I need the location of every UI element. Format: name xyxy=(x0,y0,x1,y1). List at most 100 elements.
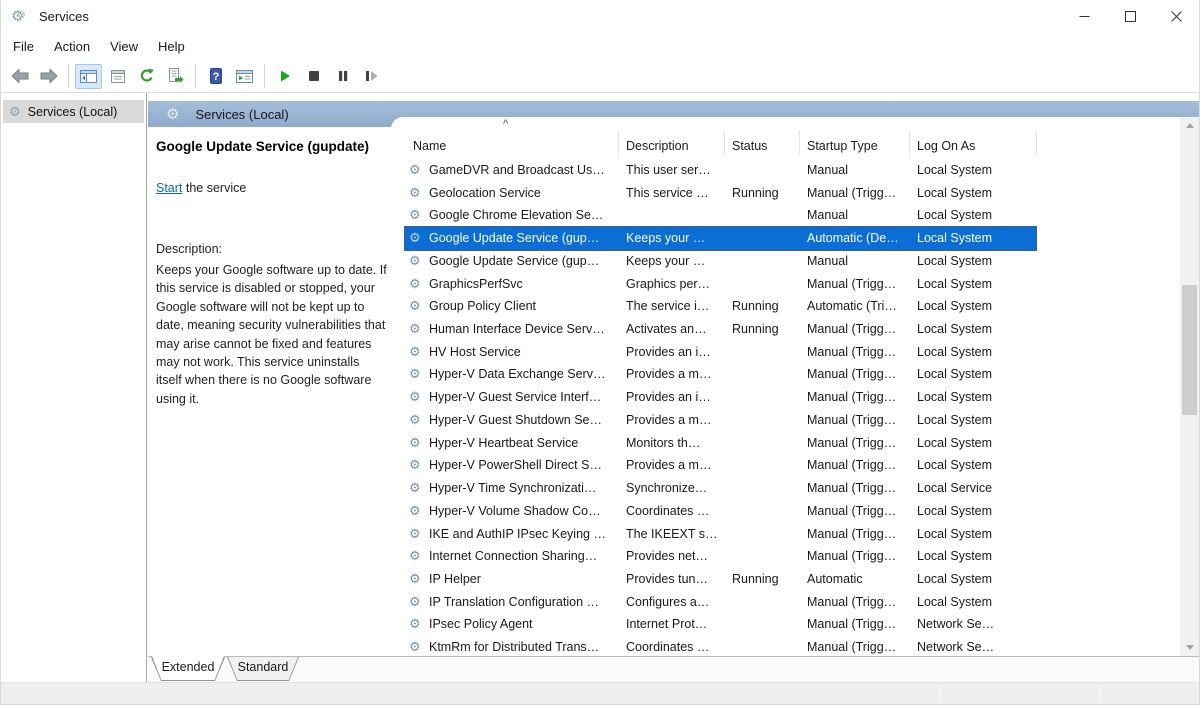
start-service-icon[interactable] xyxy=(271,64,298,89)
export-list-icon[interactable] xyxy=(162,64,189,89)
cell-log-on-as: Local System xyxy=(917,390,993,405)
service-gear-icon: ⚙ xyxy=(409,502,421,518)
start-service-link[interactable]: Start xyxy=(156,181,182,195)
cell-name: HV Host Service xyxy=(429,344,521,359)
cell-startup-type: Manual (Trigg… xyxy=(807,640,897,655)
column-separator[interactable] xyxy=(909,131,910,155)
service-gear-icon: ⚙ xyxy=(409,457,421,473)
column-separator[interactable] xyxy=(724,131,725,155)
service-gear-icon: ⚙ xyxy=(409,366,421,382)
table-row[interactable]: ⚙ GameDVR and Broadcast Us… This user se… xyxy=(405,159,1036,182)
table-row[interactable]: ⚙ Hyper-V PowerShell Direct S… Provides … xyxy=(405,454,1036,477)
table-row[interactable]: ⚙ IP Helper Provides tun… Running Automa… xyxy=(405,568,1036,591)
table-row[interactable]: ⚙ IPsec Policy Agent Internet Prot… Manu… xyxy=(405,613,1036,636)
table-row[interactable]: ⚙ Group Policy Client The service i… Run… xyxy=(405,295,1036,318)
column-separator[interactable] xyxy=(1036,131,1037,155)
tab-standard[interactable]: Standard xyxy=(227,657,299,681)
cell-log-on-as: Local System xyxy=(917,503,993,518)
table-row[interactable]: ⚙ Hyper-V Time Synchronizati… Synchroniz… xyxy=(405,477,1036,500)
column-header-startup-type[interactable]: Startup Type xyxy=(807,139,878,153)
pause-service-icon[interactable] xyxy=(329,64,356,89)
cell-name: Group Policy Client xyxy=(429,299,536,314)
menu-file[interactable]: File xyxy=(3,35,44,58)
cell-name: IPsec Policy Agent xyxy=(429,617,533,632)
cell-status xyxy=(732,409,802,432)
maximize-button[interactable] xyxy=(1107,0,1153,32)
cell-status xyxy=(732,591,802,614)
column-separator[interactable] xyxy=(799,131,800,155)
cell-status: Running xyxy=(732,299,779,314)
table-row[interactable]: ⚙ Google Update Service (gup… Keeps your… xyxy=(405,227,1036,250)
forward-icon[interactable] xyxy=(35,64,62,89)
cell-name: Hyper-V Data Exchange Serv… xyxy=(429,367,606,382)
cell-status xyxy=(732,545,802,568)
cell-startup-type: Manual (Trigg… xyxy=(807,503,897,518)
cell-status: Running xyxy=(732,571,779,586)
tree-item-services-local[interactable]: ⚙ Services (Local) xyxy=(3,100,144,123)
menu-help[interactable]: Help xyxy=(148,35,195,58)
scroll-down-icon[interactable] xyxy=(1180,639,1199,656)
toolbar-separator xyxy=(195,64,196,88)
table-row[interactable]: ⚙ Hyper-V Data Exchange Serv… Provides a… xyxy=(405,363,1036,386)
column-separator[interactable] xyxy=(618,131,619,155)
table-row[interactable]: ⚙ Hyper-V Guest Shutdown Se… Provides a … xyxy=(405,409,1036,432)
table-row[interactable]: ⚙ Google Chrome Elevation Se… Manual Loc… xyxy=(405,204,1036,227)
table-row[interactable]: ⚙ Hyper-V Volume Shadow Co… Coordinates … xyxy=(405,500,1036,523)
tab-extended[interactable]: Extended xyxy=(151,657,225,681)
cell-description xyxy=(626,204,726,227)
toolbar-separator xyxy=(264,64,265,88)
cell-log-on-as: Network Se… xyxy=(917,640,995,655)
table-row[interactable]: ⚙ HV Host Service Provides an i… Manual … xyxy=(405,341,1036,364)
table-row[interactable]: ⚙ Hyper-V Guest Service Interf… Provides… xyxy=(405,386,1036,409)
column-header-log-on-as[interactable]: Log On As xyxy=(917,139,975,153)
description-text: Keeps your Google software up to date. I… xyxy=(156,263,387,406)
main-area: ⚙ Services (Local) ⚙ Services (Local) Go… xyxy=(1,93,1199,682)
restart-service-icon[interactable] xyxy=(358,64,385,89)
cell-status xyxy=(732,613,802,636)
cell-name: Hyper-V Volume Shadow Co… xyxy=(429,503,601,518)
cell-description: Provides a m… xyxy=(626,412,712,427)
close-button[interactable] xyxy=(1153,0,1199,32)
refresh-icon[interactable] xyxy=(133,64,160,89)
scroll-up-icon[interactable] xyxy=(1180,117,1199,134)
table-row[interactable]: ⚙ KtmRm for Distributed Trans… Coordinat… xyxy=(405,636,1036,656)
vertical-scrollbar[interactable] xyxy=(1180,117,1199,656)
menu-view[interactable]: View xyxy=(100,35,148,58)
back-icon[interactable] xyxy=(6,64,33,89)
cell-description: Provides tun… xyxy=(626,571,708,586)
show-console-tree-icon[interactable] xyxy=(75,63,102,89)
cell-status xyxy=(732,386,802,409)
table-row[interactable]: ⚙ Google Update Service (gup… Keeps your… xyxy=(405,250,1036,273)
service-gear-icon: ⚙ xyxy=(409,434,421,450)
table-row[interactable]: ⚙ Hyper-V Heartbeat Service Monitors th…… xyxy=(405,432,1036,455)
cell-log-on-as: Local System xyxy=(917,276,993,291)
table-row[interactable]: ⚙ IP Translation Configuration … Configu… xyxy=(405,591,1036,614)
scrollbar-thumb[interactable] xyxy=(1182,285,1197,415)
column-header-status[interactable]: Status xyxy=(732,139,767,153)
column-header-description[interactable]: Description xyxy=(626,139,689,153)
table-row[interactable]: ⚙ GraphicsPerfSvc Graphics per… Manual (… xyxy=(405,273,1036,296)
cell-log-on-as: Local System xyxy=(917,299,993,314)
table-row[interactable]: ⚙ IKE and AuthIP IPsec Keying … The IKEE… xyxy=(405,523,1036,546)
cell-startup-type: Manual (Trigg… xyxy=(807,594,897,609)
extended-view-icon[interactable] xyxy=(231,64,258,89)
cell-description: Keeps your … xyxy=(626,253,706,268)
table-row[interactable]: ⚙ Human Interface Device Serv… Activates… xyxy=(405,318,1036,341)
minimize-button[interactable] xyxy=(1061,0,1107,32)
stop-service-icon[interactable] xyxy=(300,64,327,89)
toolbar: ? xyxy=(1,60,1199,93)
help-icon[interactable]: ? xyxy=(202,64,229,89)
cell-name: Human Interface Device Serv… xyxy=(429,322,605,337)
cell-status xyxy=(732,454,802,477)
menu-action[interactable]: Action xyxy=(44,35,100,58)
cell-startup-type: Manual (Trigg… xyxy=(807,390,897,405)
cell-log-on-as: Local System xyxy=(917,526,993,541)
cell-name: IP Translation Configuration … xyxy=(429,594,600,609)
cell-status xyxy=(732,341,802,364)
table-row[interactable]: ⚙ Internet Connection Sharing… Provides … xyxy=(405,545,1036,568)
table-row[interactable]: ⚙ Geolocation Service This service … Run… xyxy=(405,182,1036,205)
column-header-name[interactable]: Name xyxy=(413,139,446,153)
cell-name: Geolocation Service xyxy=(429,185,541,200)
properties-icon[interactable] xyxy=(104,64,131,89)
service-detail-pane: Google Update Service (gupdate) Start th… xyxy=(148,127,391,656)
